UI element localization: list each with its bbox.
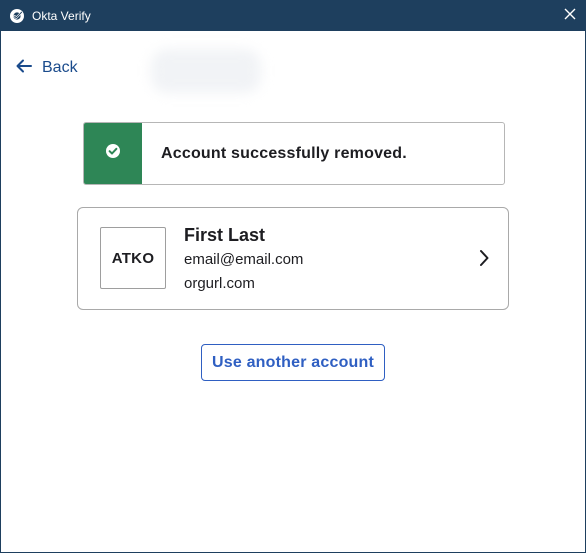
- arrow-left-icon: [16, 59, 32, 78]
- banner-status-box: [84, 123, 142, 184]
- use-another-account-button[interactable]: Use another account: [201, 344, 385, 381]
- close-icon: [564, 7, 576, 25]
- account-card[interactable]: ATKO First Last email@email.com orgurl.c…: [77, 207, 509, 310]
- okta-verify-window: Okta Verify Back Account successfully re…: [0, 0, 586, 553]
- okta-verify-icon: [9, 8, 25, 24]
- org-logo: ATKO: [100, 227, 166, 289]
- back-label: Back: [42, 59, 78, 76]
- account-org-url: orgurl.com: [184, 275, 255, 292]
- window-title: Okta Verify: [32, 9, 91, 23]
- banner-message: Account successfully removed.: [161, 145, 407, 162]
- back-button[interactable]: Back: [16, 58, 78, 78]
- success-banner: Account successfully removed.: [83, 122, 505, 185]
- blurred-header-area: [151, 49, 261, 93]
- chevron-right-icon: [477, 249, 491, 267]
- title-bar: Okta Verify: [1, 1, 585, 31]
- account-name: First Last: [184, 225, 266, 245]
- close-button[interactable]: [555, 1, 585, 31]
- account-email: email@email.com: [184, 251, 304, 268]
- check-circle-icon: [105, 143, 121, 164]
